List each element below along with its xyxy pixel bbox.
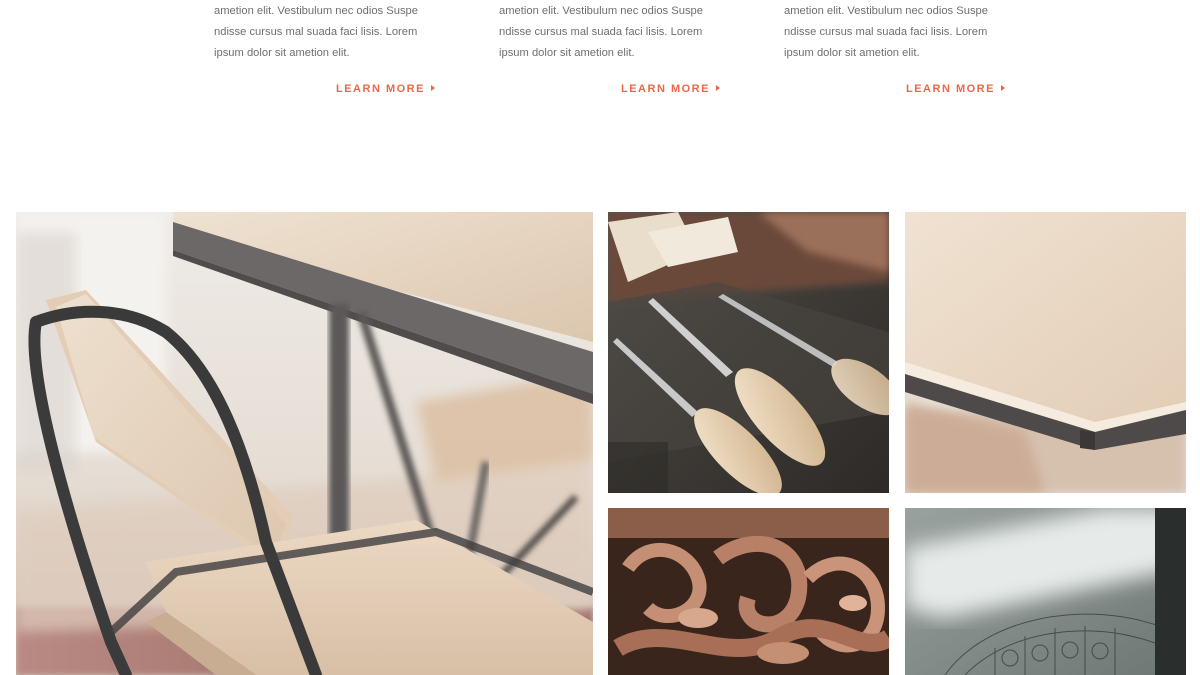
learn-more-link[interactable]: LEARN MORE: [621, 83, 720, 95]
feature-text-line: ndisse cursus mal suada faci lisis. Lore…: [784, 26, 988, 38]
architectural-sketch-photo: [905, 508, 1186, 675]
chair-and-table-photo: [16, 212, 593, 675]
learn-more-link[interactable]: LEARN MORE: [906, 83, 1005, 95]
learn-more-label: LEARN MORE: [336, 83, 425, 95]
feature-text-line: ipsum dolor sit ametion elit.: [784, 47, 920, 59]
feature-text-line: ametion elit. Vestibulum nec odios Suspe: [214, 5, 418, 17]
feature-description: ametion elit. Vestibulum nec odios Suspe…: [499, 1, 714, 64]
caret-right-icon: [1000, 85, 1005, 91]
carving-chisels-photo: [608, 212, 889, 493]
feature-description: ametion elit. Vestibulum nec odios Suspe…: [784, 1, 999, 64]
learn-more-label: LEARN MORE: [621, 83, 710, 95]
wood-carving-ornament-photo: [608, 508, 889, 675]
learn-more-label: LEARN MORE: [906, 83, 995, 95]
feature-text-line: ndisse cursus mal suada faci lisis. Lore…: [499, 26, 703, 38]
feature-text-line: ipsum dolor sit ametion elit.: [499, 47, 635, 59]
feature-text-line: ametion elit. Vestibulum nec odios Suspe: [499, 5, 703, 17]
feature-text-line: ndisse cursus mal suada faci lisis. Lore…: [214, 26, 418, 38]
feature-text-line: ipsum dolor sit ametion elit.: [214, 47, 350, 59]
feature-description: ametion elit. Vestibulum nec odios Suspe…: [214, 1, 429, 64]
caret-right-icon: [715, 85, 720, 91]
page: ametion elit. Vestibulum nec odios Suspe…: [0, 0, 1200, 675]
table-corner-photo: [905, 212, 1186, 493]
caret-right-icon: [430, 85, 435, 91]
learn-more-link[interactable]: LEARN MORE: [336, 83, 435, 95]
feature-text-line: ametion elit. Vestibulum nec odios Suspe: [784, 5, 988, 17]
